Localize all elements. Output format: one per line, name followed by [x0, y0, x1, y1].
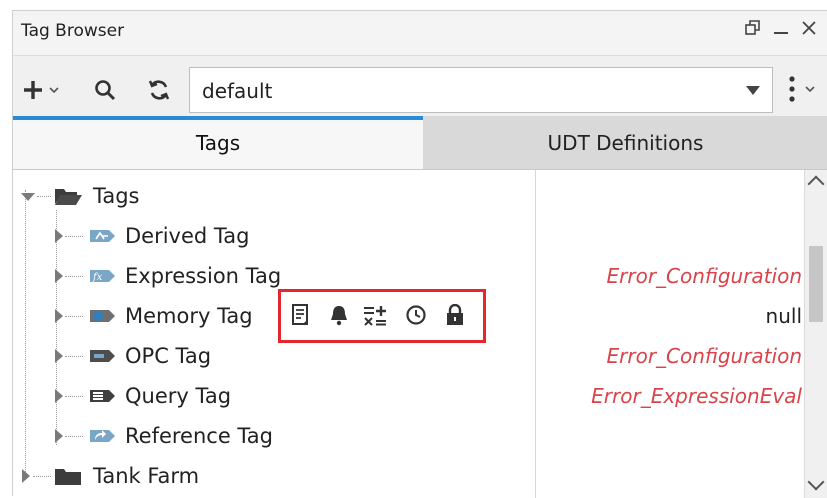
tag-provider-value: default — [202, 79, 273, 103]
vertical-scrollbar[interactable] — [804, 170, 827, 498]
opc-tag-icon — [90, 350, 115, 362]
memory-tag-icon — [90, 310, 115, 322]
scroll-down-icon[interactable] — [807, 473, 825, 491]
add-tag-button[interactable] — [23, 78, 63, 106]
tree-label: Expression Tag — [125, 264, 282, 288]
value-column-divider — [535, 170, 536, 498]
tree-connector — [65, 396, 83, 398]
tree-connector — [33, 476, 51, 478]
folder-icon — [55, 469, 81, 485]
plus-icon — [24, 81, 59, 99]
search-icon — [95, 80, 116, 101]
tree-row-reference-tag[interactable]: Reference Tag — [13, 416, 533, 456]
tree-row-root[interactable]: Tags — [13, 176, 533, 216]
minimize-icon[interactable] — [769, 19, 793, 43]
scroll-thumb[interactable] — [809, 246, 823, 322]
tag-browser-window: Tag Browser default Tags UDT Definitions… — [12, 10, 827, 498]
refresh-button[interactable] — [147, 78, 171, 106]
tree-label: Derived Tag — [125, 224, 250, 248]
tree-label: Memory Tag — [125, 304, 253, 328]
security-lock-icon[interactable] — [445, 304, 465, 326]
tab-tags[interactable]: Tags — [13, 116, 423, 169]
query-tag-icon — [90, 390, 115, 402]
tag-provider-select[interactable]: default — [189, 67, 773, 113]
expand-arrow-icon[interactable] — [55, 429, 63, 443]
tree-connector — [65, 236, 83, 238]
expand-arrow-icon[interactable] — [55, 229, 63, 243]
tree-connector — [65, 316, 83, 318]
expand-arrow-icon[interactable] — [55, 349, 63, 363]
tree-row-query-tag[interactable]: Query Tag — [13, 376, 533, 416]
documentation-icon[interactable] — [291, 304, 311, 326]
expand-arrow-icon[interactable] — [55, 269, 63, 283]
tree-label: Reference Tag — [125, 424, 273, 448]
history-clock-icon[interactable] — [405, 304, 427, 326]
reference-tag-icon — [90, 430, 115, 442]
tree-connector — [65, 356, 83, 358]
more-options-button[interactable] — [786, 74, 820, 108]
expand-arrow-icon[interactable] — [55, 309, 63, 323]
tag-value-memory: null — [765, 304, 802, 328]
expand-arrow-icon[interactable] — [22, 469, 30, 483]
open-folder-icon — [55, 189, 82, 205]
search-button[interactable] — [93, 78, 117, 106]
tree-row-derived-tag[interactable]: Derived Tag — [13, 216, 533, 256]
tag-value-expression: Error_Configuration — [606, 264, 803, 288]
tag-state-icons-highlight — [278, 289, 486, 343]
tree-label: OPC Tag — [125, 344, 212, 368]
alarm-bell-icon[interactable] — [329, 304, 349, 326]
tag-value-opc: Error_Configuration — [606, 344, 803, 368]
tab-strip: Tags UDT Definitions — [13, 116, 827, 169]
float-window-icon[interactable] — [741, 19, 765, 43]
title-bar: Tag Browser — [13, 11, 827, 55]
tree-row-tank-farm[interactable]: Tank Farm — [13, 456, 533, 496]
expand-arrow-icon[interactable] — [55, 389, 63, 403]
refresh-icon — [148, 80, 170, 100]
tab-udt-definitions[interactable]: UDT Definitions — [423, 116, 827, 169]
tree-label-root: Tags — [93, 184, 140, 208]
tree-connector — [65, 436, 83, 438]
window-title: Tag Browser — [21, 21, 125, 41]
kebab-menu-icon — [789, 76, 815, 102]
derived-tag-icon — [90, 230, 115, 242]
tree-label: Tank Farm — [93, 464, 200, 488]
scaling-icon[interactable] — [363, 304, 389, 326]
tree-connector — [37, 196, 51, 198]
scroll-up-icon[interactable] — [807, 175, 825, 193]
tag-value-query: Error_ExpressionEval — [591, 384, 802, 408]
svg-text:fx: fx — [92, 272, 103, 283]
expression-tag-icon: fx — [90, 270, 115, 283]
collapse-arrow-icon[interactable] — [21, 193, 35, 201]
tree-label: Query Tag — [125, 384, 232, 408]
tree-connector — [65, 276, 83, 278]
chevron-down-icon — [746, 86, 760, 95]
close-icon[interactable] — [797, 19, 821, 43]
